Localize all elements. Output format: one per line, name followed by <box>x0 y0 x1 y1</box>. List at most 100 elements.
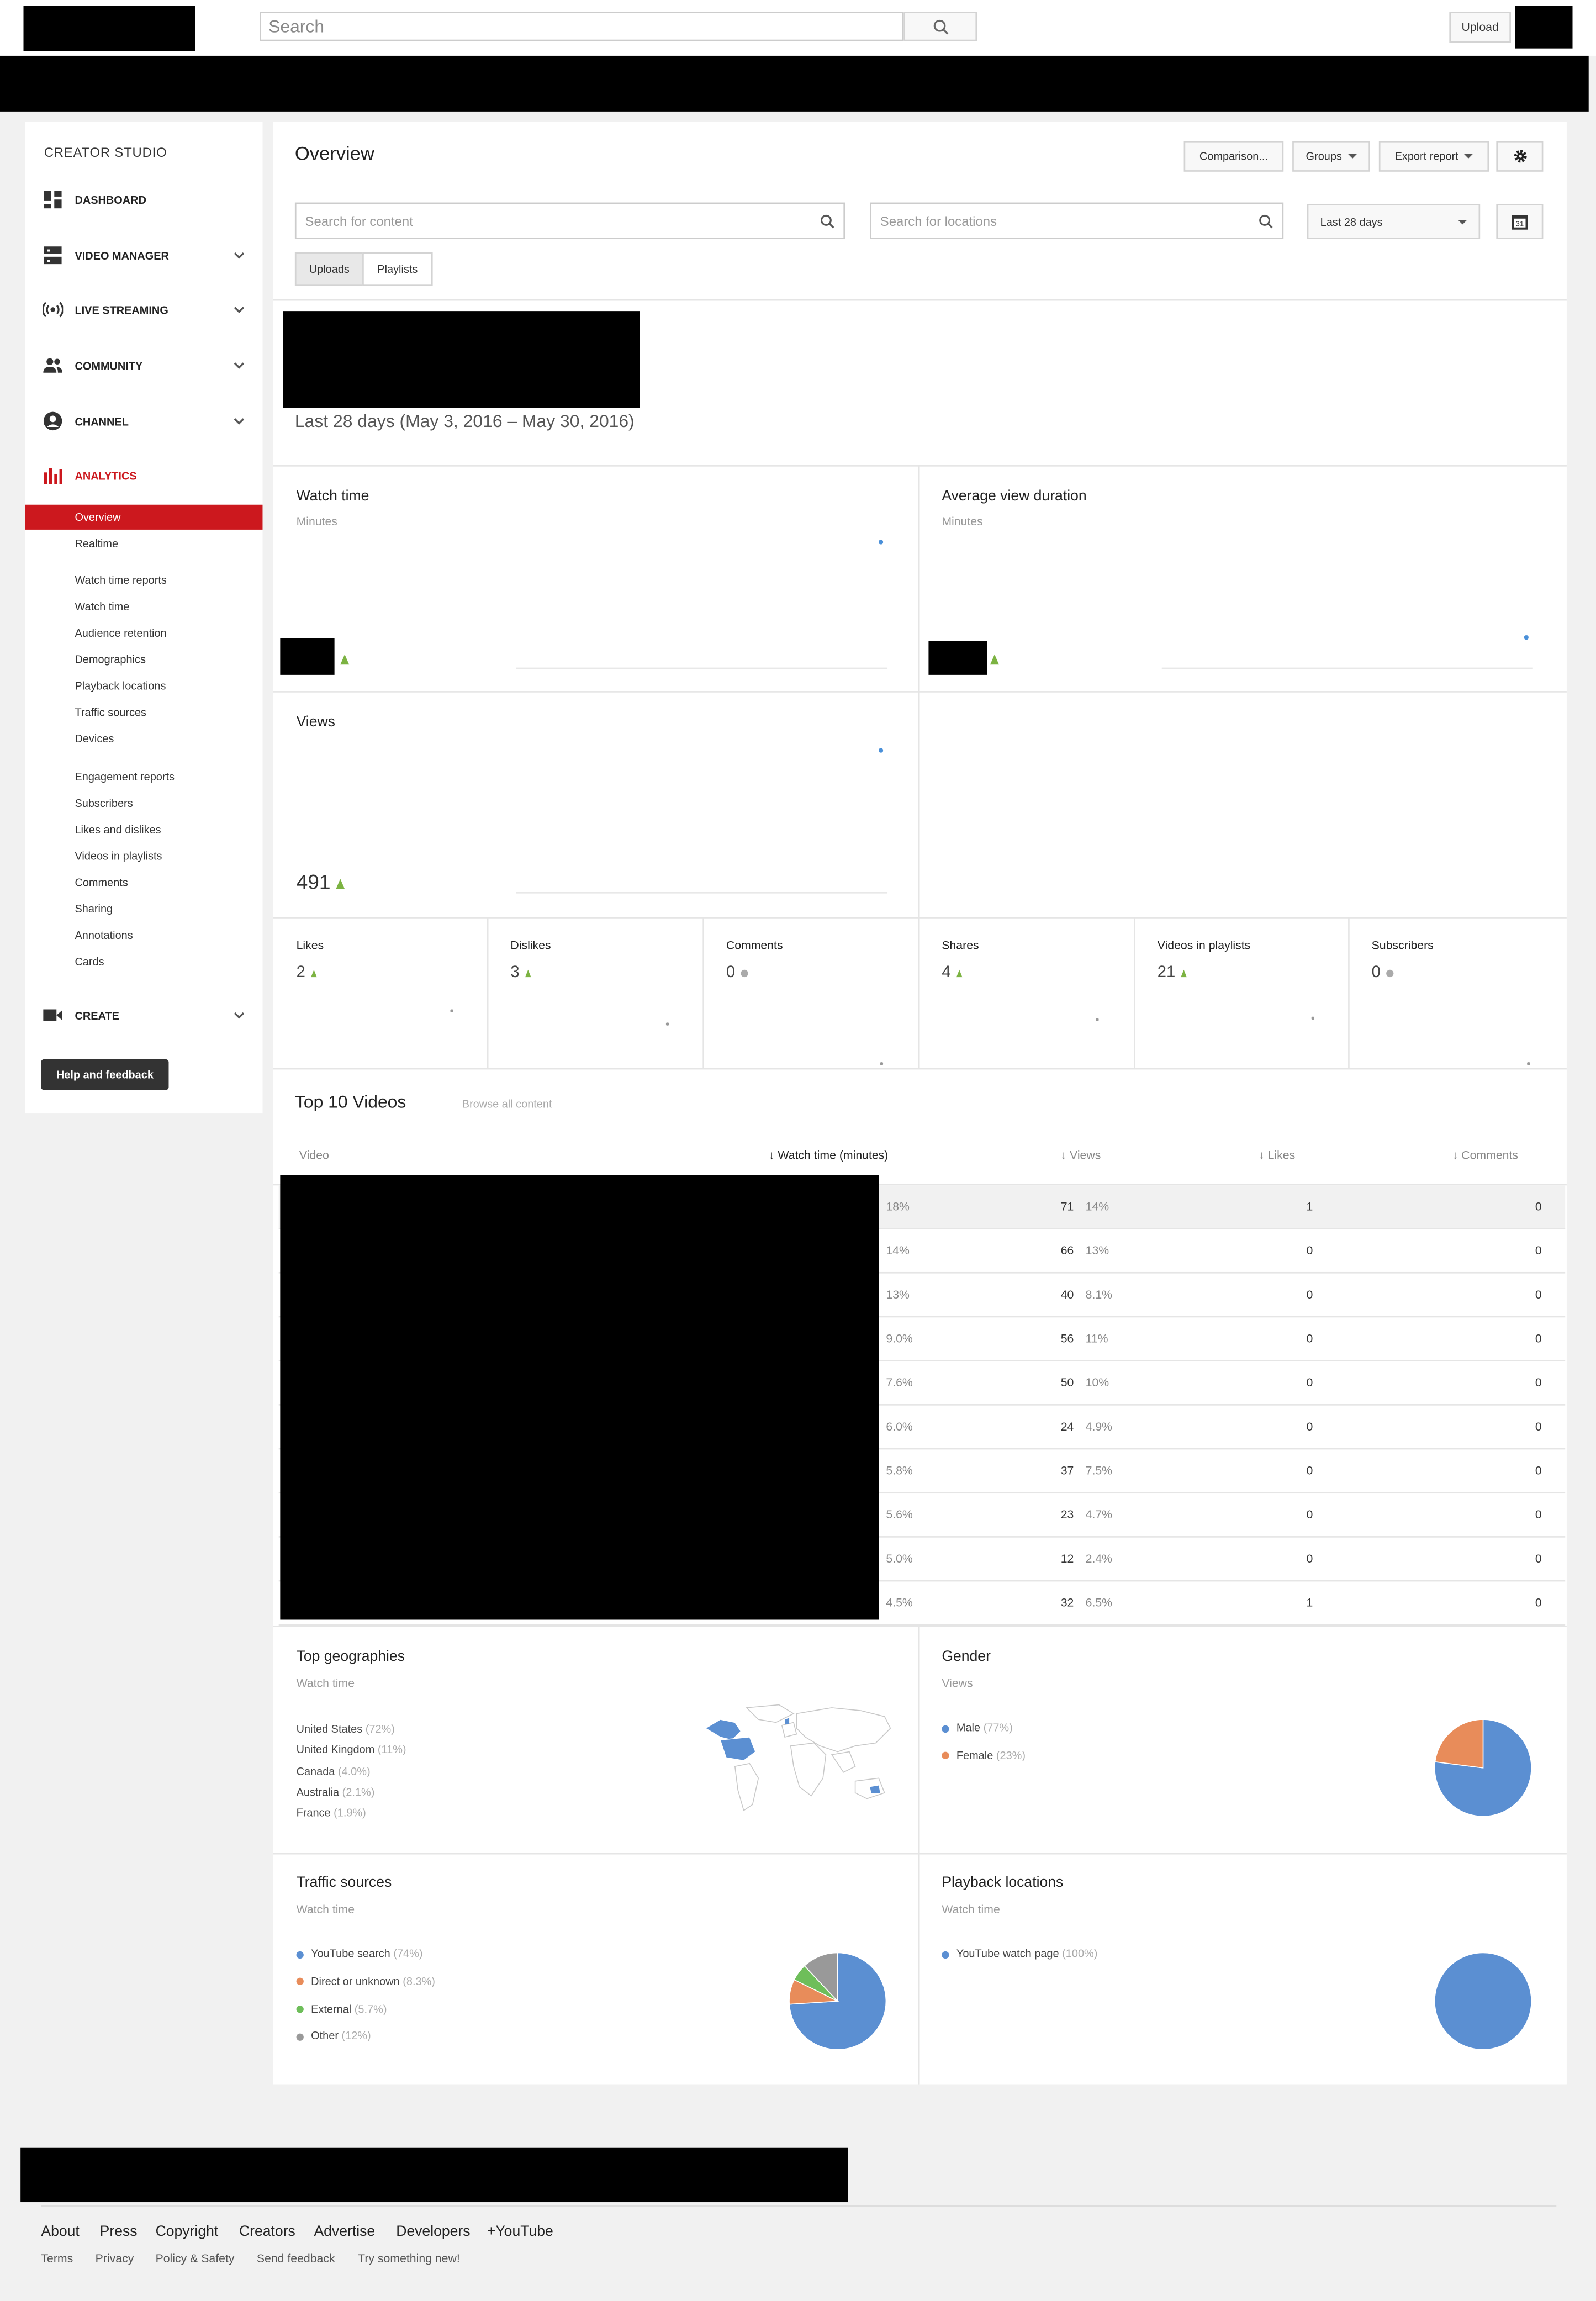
browse-all-content-link[interactable]: Browse all content <box>462 1097 552 1111</box>
location-search-input[interactable] <box>871 204 1259 238</box>
export-report-button[interactable]: Export report <box>1378 141 1489 172</box>
videos-in-playlists-value-wrap: 21 <box>1158 964 1187 981</box>
groups-button[interactable]: Groups <box>1292 141 1370 172</box>
legend-item[interactable]: External (5.7%) <box>296 2002 387 2015</box>
sidebar-subitem-cards[interactable]: Cards <box>25 949 262 974</box>
footer-link[interactable]: Press <box>100 2224 138 2240</box>
sidebar-subitem-comments[interactable]: Comments <box>25 870 262 895</box>
search-button[interactable] <box>903 12 977 41</box>
footer-sublink[interactable]: Send feedback <box>257 2252 335 2265</box>
column-header-views[interactable]: ↓ Views <box>1060 1149 1101 1162</box>
sidebar-subitem-subscribers[interactable]: Subscribers <box>25 791 262 816</box>
legend-item[interactable]: Other (12%) <box>296 2030 371 2043</box>
trend-up-icon <box>336 878 346 889</box>
location-search-field[interactable] <box>870 202 1284 239</box>
footer-sublink[interactable]: Privacy <box>96 2252 134 2265</box>
search-input[interactable] <box>261 13 892 40</box>
sidebar-subitem-devices[interactable]: Devices <box>25 726 262 751</box>
divider <box>273 1853 1567 1855</box>
search-icon[interactable] <box>1259 214 1273 229</box>
search-icon[interactable] <box>820 214 835 229</box>
sidebar-subitem-engagement-reports[interactable]: Engagement reports <box>25 764 262 789</box>
geography-item[interactable]: France (1.9%) <box>297 1806 366 1819</box>
sidebar-subitem-playback-locations[interactable]: Playback locations <box>25 673 262 698</box>
pie-slice[interactable] <box>1434 1952 1532 2050</box>
chevron-down-icon[interactable] <box>232 302 247 317</box>
account-avatar-redacted[interactable] <box>1515 6 1573 49</box>
chevron-down-icon[interactable] <box>232 1008 247 1023</box>
trend-up-icon <box>1181 969 1187 977</box>
sidebar-subitem-watch-time[interactable]: Watch time <box>25 594 262 619</box>
legend-item[interactable]: YouTube watch page (100%) <box>942 1947 1097 1960</box>
column-header-comments[interactable]: ↓ Comments <box>1452 1149 1518 1162</box>
geography-item[interactable]: Australia (2.1%) <box>297 1785 375 1798</box>
gender-pie-chart <box>1434 1719 1532 1817</box>
uploads-toggle[interactable]: Uploads <box>294 252 364 286</box>
footer-link[interactable]: +YouTube <box>487 2224 553 2240</box>
footer-link[interactable]: Advertise <box>314 2224 375 2240</box>
sidebar-subitem-demographics[interactable]: Demographics <box>25 647 262 672</box>
analytics-icon <box>44 468 62 484</box>
geography-item[interactable]: Canada (4.0%) <box>297 1764 371 1777</box>
subscribers-value: 0 <box>1371 964 1381 982</box>
date-range-select[interactable]: Last 28 days <box>1307 204 1481 239</box>
help-and-feedback-button[interactable]: Help and feedback <box>41 1059 169 1090</box>
sidebar-item-dashboard[interactable]: DASHBOARD <box>25 185 262 214</box>
legend-item[interactable]: Male (77%) <box>942 1721 1013 1734</box>
dashboard-icon <box>44 191 62 209</box>
sidebar-subitem-realtime[interactable]: Realtime <box>25 531 262 556</box>
sidebar-subitem-watch-time-reports[interactable]: Watch time reports <box>25 568 262 593</box>
map-region <box>790 1742 827 1797</box>
footer-link[interactable]: Creators <box>239 2224 295 2240</box>
sidebar-item-live-streaming[interactable]: LIVE STREAMING <box>25 295 262 324</box>
sidebar-subitem-traffic-sources[interactable]: Traffic sources <box>25 700 262 725</box>
footer-sublink[interactable]: Try something new! <box>358 2252 460 2265</box>
comments-value-wrap: 0 <box>726 964 749 981</box>
views-percent: 2.4% <box>1085 1552 1113 1566</box>
calendar-button[interactable]: 31 <box>1496 204 1544 239</box>
geography-item[interactable]: United Kingdom (11%) <box>297 1743 406 1756</box>
content-search-input[interactable] <box>296 204 807 238</box>
comments-cell: 0 <box>1535 1332 1542 1345</box>
legend-item[interactable]: Female (23%) <box>942 1748 1026 1761</box>
footer-sublink[interactable]: Policy & Safety <box>156 2252 235 2265</box>
sidebar-subitem-videos-in-playlists[interactable]: Videos in playlists <box>25 843 262 868</box>
sidebar-item-label: ANALYTICS <box>75 468 137 482</box>
footer-link[interactable]: Developers <box>396 2224 470 2240</box>
chevron-down-icon[interactable] <box>232 248 247 263</box>
sidebar-subitem-annotations[interactable]: Annotations <box>25 923 262 948</box>
settings-button[interactable] <box>1496 141 1544 172</box>
legend-item[interactable]: Direct or unknown (8.3%) <box>296 1975 435 1988</box>
sidebar-item-channel[interactable]: CHANNEL <box>25 407 262 436</box>
upload-button[interactable]: Upload <box>1449 12 1511 43</box>
sidebar-item-create[interactable]: CREATE <box>25 1001 262 1030</box>
content-search-field[interactable] <box>294 202 845 239</box>
column-header-watch-time[interactable]: ↓ Watch time (minutes) <box>769 1149 889 1162</box>
map-region <box>734 1762 759 1812</box>
top-geographies-title: Top geographies <box>296 1649 405 1665</box>
column-header-likes[interactable]: ↓ Likes <box>1259 1149 1295 1162</box>
sidebar-subitem-likes-and-dislikes[interactable]: Likes and dislikes <box>25 817 262 842</box>
sidebar-item-analytics[interactable]: ANALYTICS <box>25 461 262 490</box>
footer-sublink[interactable]: Terms <box>41 2252 73 2265</box>
chevron-down-icon[interactable] <box>232 414 247 429</box>
sidebar-subitem-sharing[interactable]: Sharing <box>25 896 262 921</box>
geography-item[interactable]: United States (72%) <box>297 1722 395 1735</box>
logo-redacted[interactable] <box>23 6 195 51</box>
comparison-button[interactable]: Comparison... <box>1183 141 1284 172</box>
sidebar-subitem-audience-retention[interactable]: Audience retention <box>25 621 262 646</box>
sidebar-subitem-label: Watch time reports <box>75 573 167 587</box>
search-box[interactable] <box>260 12 904 41</box>
footer-link[interactable]: Copyright <box>156 2224 219 2240</box>
playlists-toggle[interactable]: Playlists <box>362 252 433 286</box>
sidebar-item-community[interactable]: COMMUNITY <box>25 351 262 380</box>
chevron-down-icon[interactable] <box>232 358 247 373</box>
sidebar-subitem-overview[interactable]: Overview <box>25 504 263 530</box>
legend-item[interactable]: YouTube search (74%) <box>296 1947 422 1960</box>
live-streaming-icon <box>43 302 64 318</box>
pie-slice[interactable] <box>1434 1719 1484 1769</box>
trend-up-icon <box>525 969 531 977</box>
footer-link[interactable]: About <box>41 2224 79 2240</box>
legend-label: YouTube watch page <box>956 1946 1059 1960</box>
sidebar-item-video-manager[interactable]: VIDEO MANAGER <box>25 241 262 270</box>
